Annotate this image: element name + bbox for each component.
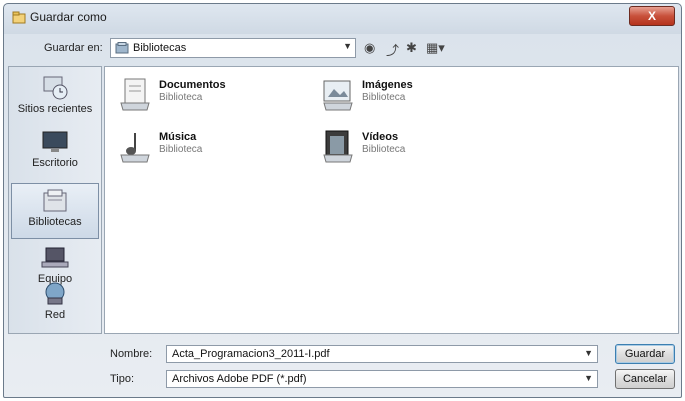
place-label: Sitios recientes (17, 103, 93, 115)
file-type-value: Archivos Adobe PDF (*.pdf) (172, 373, 307, 385)
place-label: Bibliotecas (28, 216, 82, 228)
list-item[interactable]: Vídeos Biblioteca (320, 129, 520, 173)
recent-sites-icon (43, 76, 68, 100)
computer-icon (41, 247, 69, 268)
list-item[interactable]: Música Biblioteca (117, 129, 317, 173)
list-item[interactable]: Imágenes Biblioteca (320, 77, 520, 121)
chevron-down-icon: ▼ (584, 348, 593, 358)
place-label: Escritorio (32, 157, 78, 169)
item-type: Biblioteca (362, 144, 406, 155)
videos-library-icon (323, 130, 353, 163)
title-bar: Guardar como X (4, 4, 681, 32)
views-menu-icon[interactable]: ▦▾ (426, 40, 445, 56)
item-type: Biblioteca (159, 144, 203, 155)
save-as-dialog: Guardar como X Guardar en: Bibliotecas ▼… (3, 3, 682, 398)
item-type: Biblioteca (362, 92, 406, 103)
item-name: Imágenes (362, 79, 413, 91)
desktop-icon (42, 131, 68, 152)
libraries-icon (43, 189, 67, 212)
item-name: Vídeos (362, 131, 399, 143)
file-type-select[interactable]: Archivos Adobe PDF (*.pdf) ▼ (166, 370, 598, 388)
place-label: Red (44, 309, 66, 321)
dialog-title: Guardar como (30, 10, 107, 24)
file-type-label: Tipo: (110, 373, 135, 385)
bottom-form: Nombre: Acta_Programacion3_2011-I.pdf ▼ … (4, 336, 681, 398)
place-network[interactable]: Red (11, 277, 99, 333)
up-folder-icon[interactable]: ⤴ (386, 40, 399, 59)
save-in-label: Guardar en: (44, 42, 103, 54)
save-dialog-icon (12, 11, 26, 24)
place-libraries[interactable]: Bibliotecas (11, 183, 99, 239)
toolbar: Guardar en: Bibliotecas ▼ ◉ ⤴ ✱ ▦▾ (4, 32, 681, 64)
music-library-icon (120, 133, 150, 163)
places-bar: Sitios recientes Escritorio Bibliotecas … (8, 66, 102, 334)
file-name-input[interactable]: Acta_Programacion3_2011-I.pdf ▼ (166, 345, 598, 363)
file-list: Documentos Biblioteca Imágenes Bibliotec… (104, 66, 679, 334)
save-button[interactable]: Guardar (615, 344, 675, 364)
close-button[interactable]: X (629, 6, 675, 26)
pictures-library-icon (323, 80, 353, 111)
back-icon[interactable]: ◉ (364, 40, 375, 56)
network-icon (45, 282, 65, 305)
libraries-icon (115, 42, 129, 54)
item-name: Documentos (159, 79, 226, 91)
file-name-label: Nombre: (110, 348, 153, 360)
save-in-value: Bibliotecas (133, 42, 187, 54)
place-recent-sites[interactable]: Sitios recientes (11, 71, 99, 127)
list-item[interactable]: Documentos Biblioteca (117, 77, 317, 121)
place-desktop[interactable]: Escritorio (11, 125, 99, 181)
item-name: Música (159, 131, 197, 143)
documents-library-icon (120, 78, 150, 111)
cancel-button[interactable]: Cancelar (615, 369, 675, 389)
file-name-value: Acta_Programacion3_2011-I.pdf (172, 348, 330, 360)
item-type: Biblioteca (159, 92, 203, 103)
chevron-down-icon: ▼ (343, 41, 352, 51)
save-in-dropdown[interactable]: Bibliotecas ▼ (110, 38, 356, 58)
chevron-down-icon: ▼ (584, 373, 593, 383)
new-folder-icon[interactable]: ✱ (406, 40, 417, 56)
